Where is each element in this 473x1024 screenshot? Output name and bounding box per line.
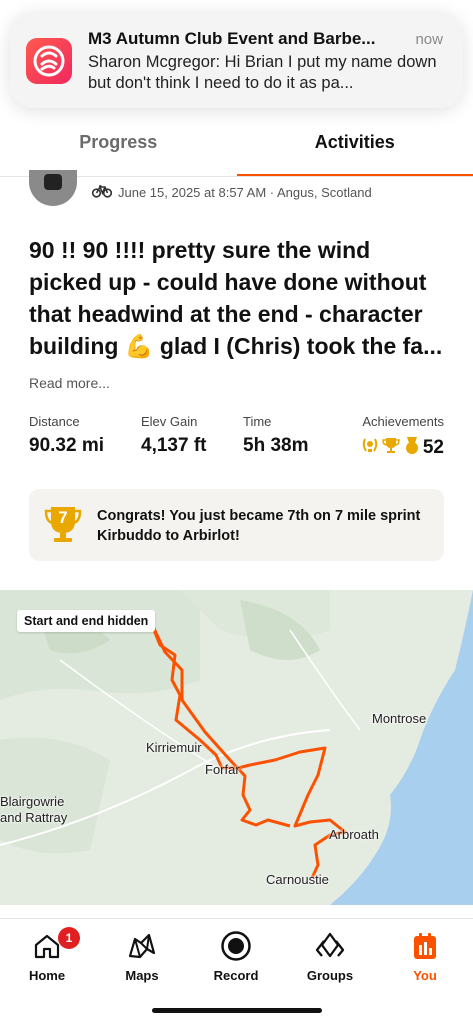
nav-label: Groups <box>290 968 370 983</box>
achievements-count: 52 <box>423 437 444 459</box>
stat-elev-gain: Elev Gain 4,137 ft <box>141 414 206 457</box>
stat-achievements[interactable]: Achievements 52 <box>352 414 444 461</box>
place-blairgowrie: Blairgowrie <box>0 794 64 809</box>
notification-title: M3 Autumn Club Event and Barbe... <box>88 29 398 49</box>
tab-activities[interactable]: Activities <box>237 115 473 177</box>
notification-time: now <box>415 31 443 48</box>
activity-tabs: Progress Activities <box>0 115 473 177</box>
tab-progress[interactable]: Progress <box>0 115 237 177</box>
stat-value: 5h 38m <box>243 435 308 457</box>
medal-icon <box>402 435 422 461</box>
home-indicator <box>152 1008 322 1013</box>
laurel-icon <box>360 435 380 461</box>
flexed-biceps-emoji: 💪 <box>125 333 154 359</box>
stat-label: Achievements <box>352 414 444 429</box>
push-notification[interactable]: M3 Autumn Club Event and Barbe... now Sh… <box>10 12 463 108</box>
nav-maps[interactable]: Maps <box>102 929 182 983</box>
stat-value: 4,137 ft <box>141 435 206 457</box>
nav-label: Home <box>7 968 87 983</box>
map-base <box>0 590 473 905</box>
stat-time: Time 5h 38m <box>243 414 308 457</box>
place-montrose: Montrose <box>372 711 426 726</box>
you-icon <box>385 929 465 963</box>
notification-body: Sharon Mcgregor: Hi Brian I put my name … <box>88 52 448 94</box>
nav-label: Maps <box>102 968 182 983</box>
stat-label: Elev Gain <box>141 414 206 429</box>
stat-label: Distance <box>29 414 104 429</box>
activity-title[interactable]: 90 !! 90 !!!! pretty sure the wind picke… <box>29 234 449 362</box>
start-end-hidden-badge: Start and end hidden <box>17 610 155 632</box>
nav-label: Record <box>196 968 276 983</box>
activity-meta: June 15, 2025 at 8:57 AM · Angus, Scotla… <box>92 184 372 201</box>
notification-badge: 1 <box>58 927 80 949</box>
nav-home[interactable]: Home 1 <box>7 929 87 983</box>
place-kirriemuir: Kirriemuir <box>146 740 202 755</box>
segment-trophy-icon: 7 <box>43 505 83 550</box>
read-more-link[interactable]: Read more... <box>29 375 110 391</box>
stat-label: Time <box>243 414 308 429</box>
trophy-icon <box>381 435 401 461</box>
record-icon <box>196 929 276 963</box>
activity-title-text-end: glad I (Chris) took the fa... <box>160 333 442 359</box>
place-rattray: and Rattray <box>0 810 67 825</box>
achievement-text: Congrats! You just became 7th on 7 mile … <box>97 506 437 546</box>
nav-groups[interactable]: Groups <box>290 929 370 983</box>
groups-icon <box>290 929 370 963</box>
route-map[interactable]: Start and end hidden Montrose Kirriemuir… <box>0 590 473 905</box>
stat-value: 90.32 mi <box>29 435 104 457</box>
place-forfar: Forfar <box>205 762 240 777</box>
nav-record[interactable]: Record <box>196 929 276 983</box>
place-carnoustie: Carnoustie <box>266 872 329 887</box>
strava-app-icon <box>26 38 72 84</box>
stat-distance: Distance 90.32 mi <box>29 414 104 457</box>
avatar[interactable] <box>29 170 77 206</box>
nav-label: You <box>385 968 465 983</box>
nav-you[interactable]: You <box>385 929 465 983</box>
achievement-banner[interactable]: 7 Congrats! You just became 7th on 7 mil… <box>29 489 444 561</box>
activity-date-location: June 15, 2025 at 8:57 AM · Angus, Scotla… <box>118 185 372 200</box>
segment-rank: 7 <box>43 508 83 528</box>
achievements-value: 52 <box>352 435 444 461</box>
bike-icon <box>92 184 112 201</box>
place-arbroath: Arbroath <box>329 827 379 842</box>
maps-icon <box>102 929 182 963</box>
